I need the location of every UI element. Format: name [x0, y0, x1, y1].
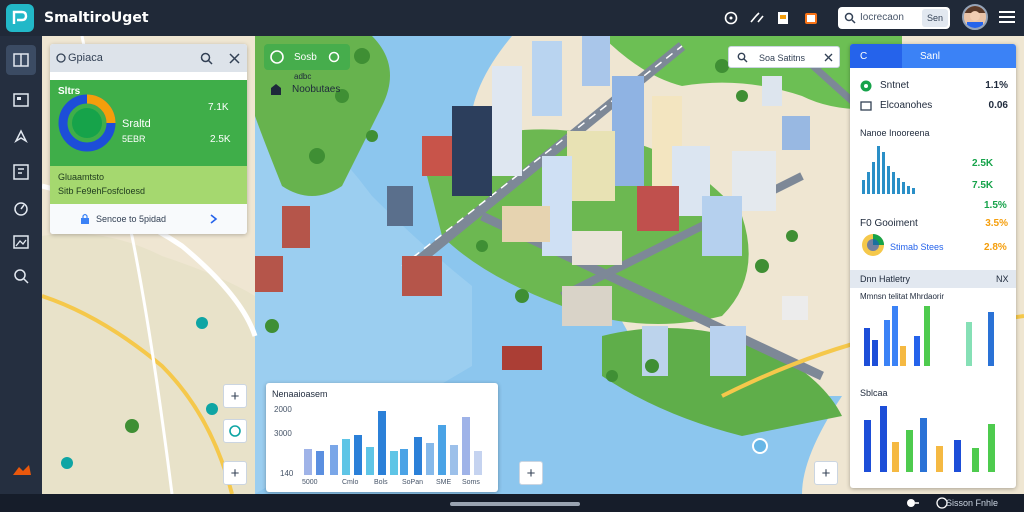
inspect-icon[interactable]	[11, 266, 31, 286]
section-label: Gluaamtsto	[58, 172, 105, 182]
list-icon	[860, 101, 872, 111]
search-button[interactable]: Sen	[922, 9, 948, 27]
search-icon[interactable]	[200, 52, 213, 65]
top-bar: SmaltiroUget Iocrecaon Sen	[0, 0, 1024, 36]
add-layer-button[interactable]: +	[814, 461, 838, 485]
section2-header: Dnn Hatletry NX	[850, 270, 1016, 288]
chip-label: Sosb	[294, 52, 317, 63]
bar-chart-3	[864, 406, 995, 472]
stats-panel: C Sanl Sntnet 1.1% Elcoanohes 0.06 Nanoe…	[850, 44, 1016, 488]
histogram-chart	[862, 146, 915, 194]
y-tick: 140	[280, 469, 294, 478]
panel-link-row[interactable]: Sencoe to 5pidad	[50, 204, 247, 234]
leaf-icon	[270, 50, 284, 64]
search-icon	[844, 12, 856, 24]
stat-row: Sntnet 1.1%	[860, 80, 1008, 94]
chart-panel: Nenaaioasem 2000 3000 140 5000 Cmlo Bols…	[266, 383, 498, 492]
avatar[interactable]	[962, 4, 988, 30]
stats-tabs: C Sanl	[850, 44, 1016, 68]
summary-value-1: 7.1K	[208, 102, 229, 113]
map-layer-chip[interactable]: Sosb	[264, 44, 350, 70]
search-input[interactable]: Iocrecaon Sen	[838, 7, 950, 29]
zoom-out-button[interactable]: +	[223, 461, 247, 485]
compass-icon[interactable]	[11, 126, 31, 146]
refresh-icon[interactable]	[328, 51, 340, 63]
x-axis: 5000 Cmlo Bols SoPan SME Soms	[302, 479, 480, 486]
map-search-label: Soa Satitns	[759, 53, 806, 63]
close-icon[interactable]	[824, 53, 833, 62]
summary-card: Sltrs Sraltd 5EBR 7.1K 2.5K	[50, 80, 247, 166]
chart1-value-1: 2.5K	[972, 158, 994, 169]
donut-chart	[58, 94, 116, 152]
status-icon	[860, 80, 872, 92]
chart2-title: Mmnsn telitat Mhrdaorir	[860, 292, 945, 301]
gallery-icon[interactable]	[11, 232, 31, 252]
tab-sanl[interactable]: Sanl	[920, 51, 940, 62]
tab-c[interactable]: C	[850, 44, 902, 68]
home-icon	[271, 84, 281, 95]
chart-panel-title: Nenaaioasem	[272, 389, 328, 399]
bar-chart-2	[864, 306, 994, 366]
y-tick: 3000	[274, 429, 292, 438]
close-icon[interactable]	[229, 53, 240, 64]
summary-sub: 5EBR	[122, 134, 146, 144]
bottom-label: Sisson Fnhle	[945, 498, 998, 508]
toggle-icon[interactable]	[906, 498, 920, 508]
chart1-value-3: 1.5%	[984, 200, 1007, 211]
stat-row: Elcoanohes 0.06	[860, 100, 1008, 114]
tools-icon[interactable]	[748, 9, 766, 27]
dashboard-icon[interactable]	[11, 162, 31, 182]
compass-icon	[229, 425, 241, 437]
stimab-label: Stimab Stees	[890, 242, 944, 252]
scroll-handle[interactable]	[450, 502, 580, 506]
panel-header: Gpiaca	[50, 44, 247, 72]
panel-title: Gpiaca	[68, 52, 103, 64]
summary-panel: Gpiaca Sltrs Sraltd 5EBR 7.1K 2.5K Gluaa…	[50, 44, 247, 234]
chart3-title: Sblcaa	[860, 388, 888, 398]
stimab-value: 2.8%	[984, 242, 1007, 253]
y-tick: 2000	[274, 405, 292, 414]
zoom-in-button[interactable]: +	[223, 384, 247, 408]
row-label: Sencoe to 5pidad	[96, 214, 167, 224]
section-block: Gluaamtsto Sitb Fe9ehFosfcloesd	[50, 166, 247, 204]
summary-value-2: 2.5K	[210, 134, 231, 145]
book-icon[interactable]	[6, 45, 36, 75]
search-icon	[737, 52, 748, 63]
chip-sub: adbc	[294, 72, 312, 81]
bottom-bar: Sisson Fnhle	[0, 494, 1024, 512]
place-label: Noobutaes	[292, 84, 341, 95]
app-logo[interactable]	[6, 4, 34, 32]
help-icon[interactable]	[722, 9, 740, 27]
app-title: SmaltiroUget	[44, 10, 149, 26]
fox-icon	[11, 460, 31, 480]
mini-donut-chart	[862, 234, 884, 256]
chart1-title: Nanoe Inooreena	[860, 128, 930, 138]
gift-icon[interactable]	[802, 9, 820, 27]
menu-icon[interactable]	[999, 10, 1015, 24]
left-rail	[0, 36, 42, 494]
lock-icon	[81, 213, 89, 224]
add-button[interactable]: +	[519, 461, 543, 485]
chart1-value-2: 7.5K	[972, 180, 994, 191]
compass-button[interactable]	[223, 419, 247, 443]
section-sub: Sitb Fe9ehFosfcloesd	[58, 186, 146, 196]
map-search-input[interactable]: Soa Satitns	[728, 46, 840, 68]
chevron-right-icon	[210, 214, 218, 224]
search-placeholder: Iocrecaon	[860, 12, 904, 23]
bar-chart-main	[304, 411, 482, 475]
document-icon[interactable]	[774, 9, 792, 27]
stat-row: F0 Gooiment 3.5%	[860, 218, 1008, 229]
speed-icon[interactable]	[11, 198, 31, 218]
image-icon[interactable]	[11, 90, 31, 110]
summary-label: Sraltd	[122, 118, 151, 130]
globe-icon	[56, 53, 66, 63]
